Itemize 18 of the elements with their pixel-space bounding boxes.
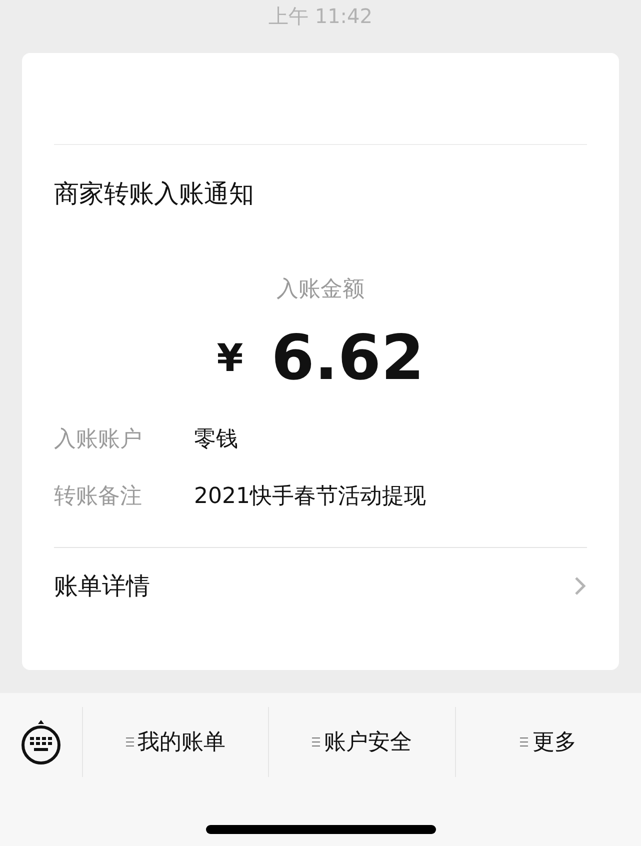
chevron-right-icon bbox=[573, 575, 587, 597]
field-label: 入账账户 bbox=[54, 426, 143, 454]
field-value: 2021快手春节活动提现 bbox=[194, 483, 426, 511]
amount-label: 入账金额 bbox=[276, 276, 364, 304]
menu-button[interactable]: 我的账单 bbox=[126, 726, 226, 758]
card-title: 商家转账入账通知 bbox=[54, 178, 254, 210]
menu-lines-icon bbox=[126, 737, 134, 747]
field-label: 转账备注 bbox=[54, 483, 143, 511]
field-value: 零钱 bbox=[194, 426, 238, 454]
message-time: 上午 11:42 bbox=[268, 3, 372, 30]
menu-lines-icon bbox=[520, 737, 528, 747]
keyboard-icon[interactable] bbox=[20, 718, 62, 766]
menu-lines-icon bbox=[312, 737, 320, 747]
menu-button[interactable]: 更多 bbox=[520, 726, 576, 758]
bill-details-link[interactable]: 账单详情 bbox=[54, 547, 587, 624]
currency-symbol: ¥ bbox=[216, 335, 244, 382]
menu-button[interactable]: 账户安全 bbox=[312, 726, 412, 758]
amount-value: 6.62 bbox=[271, 322, 424, 394]
